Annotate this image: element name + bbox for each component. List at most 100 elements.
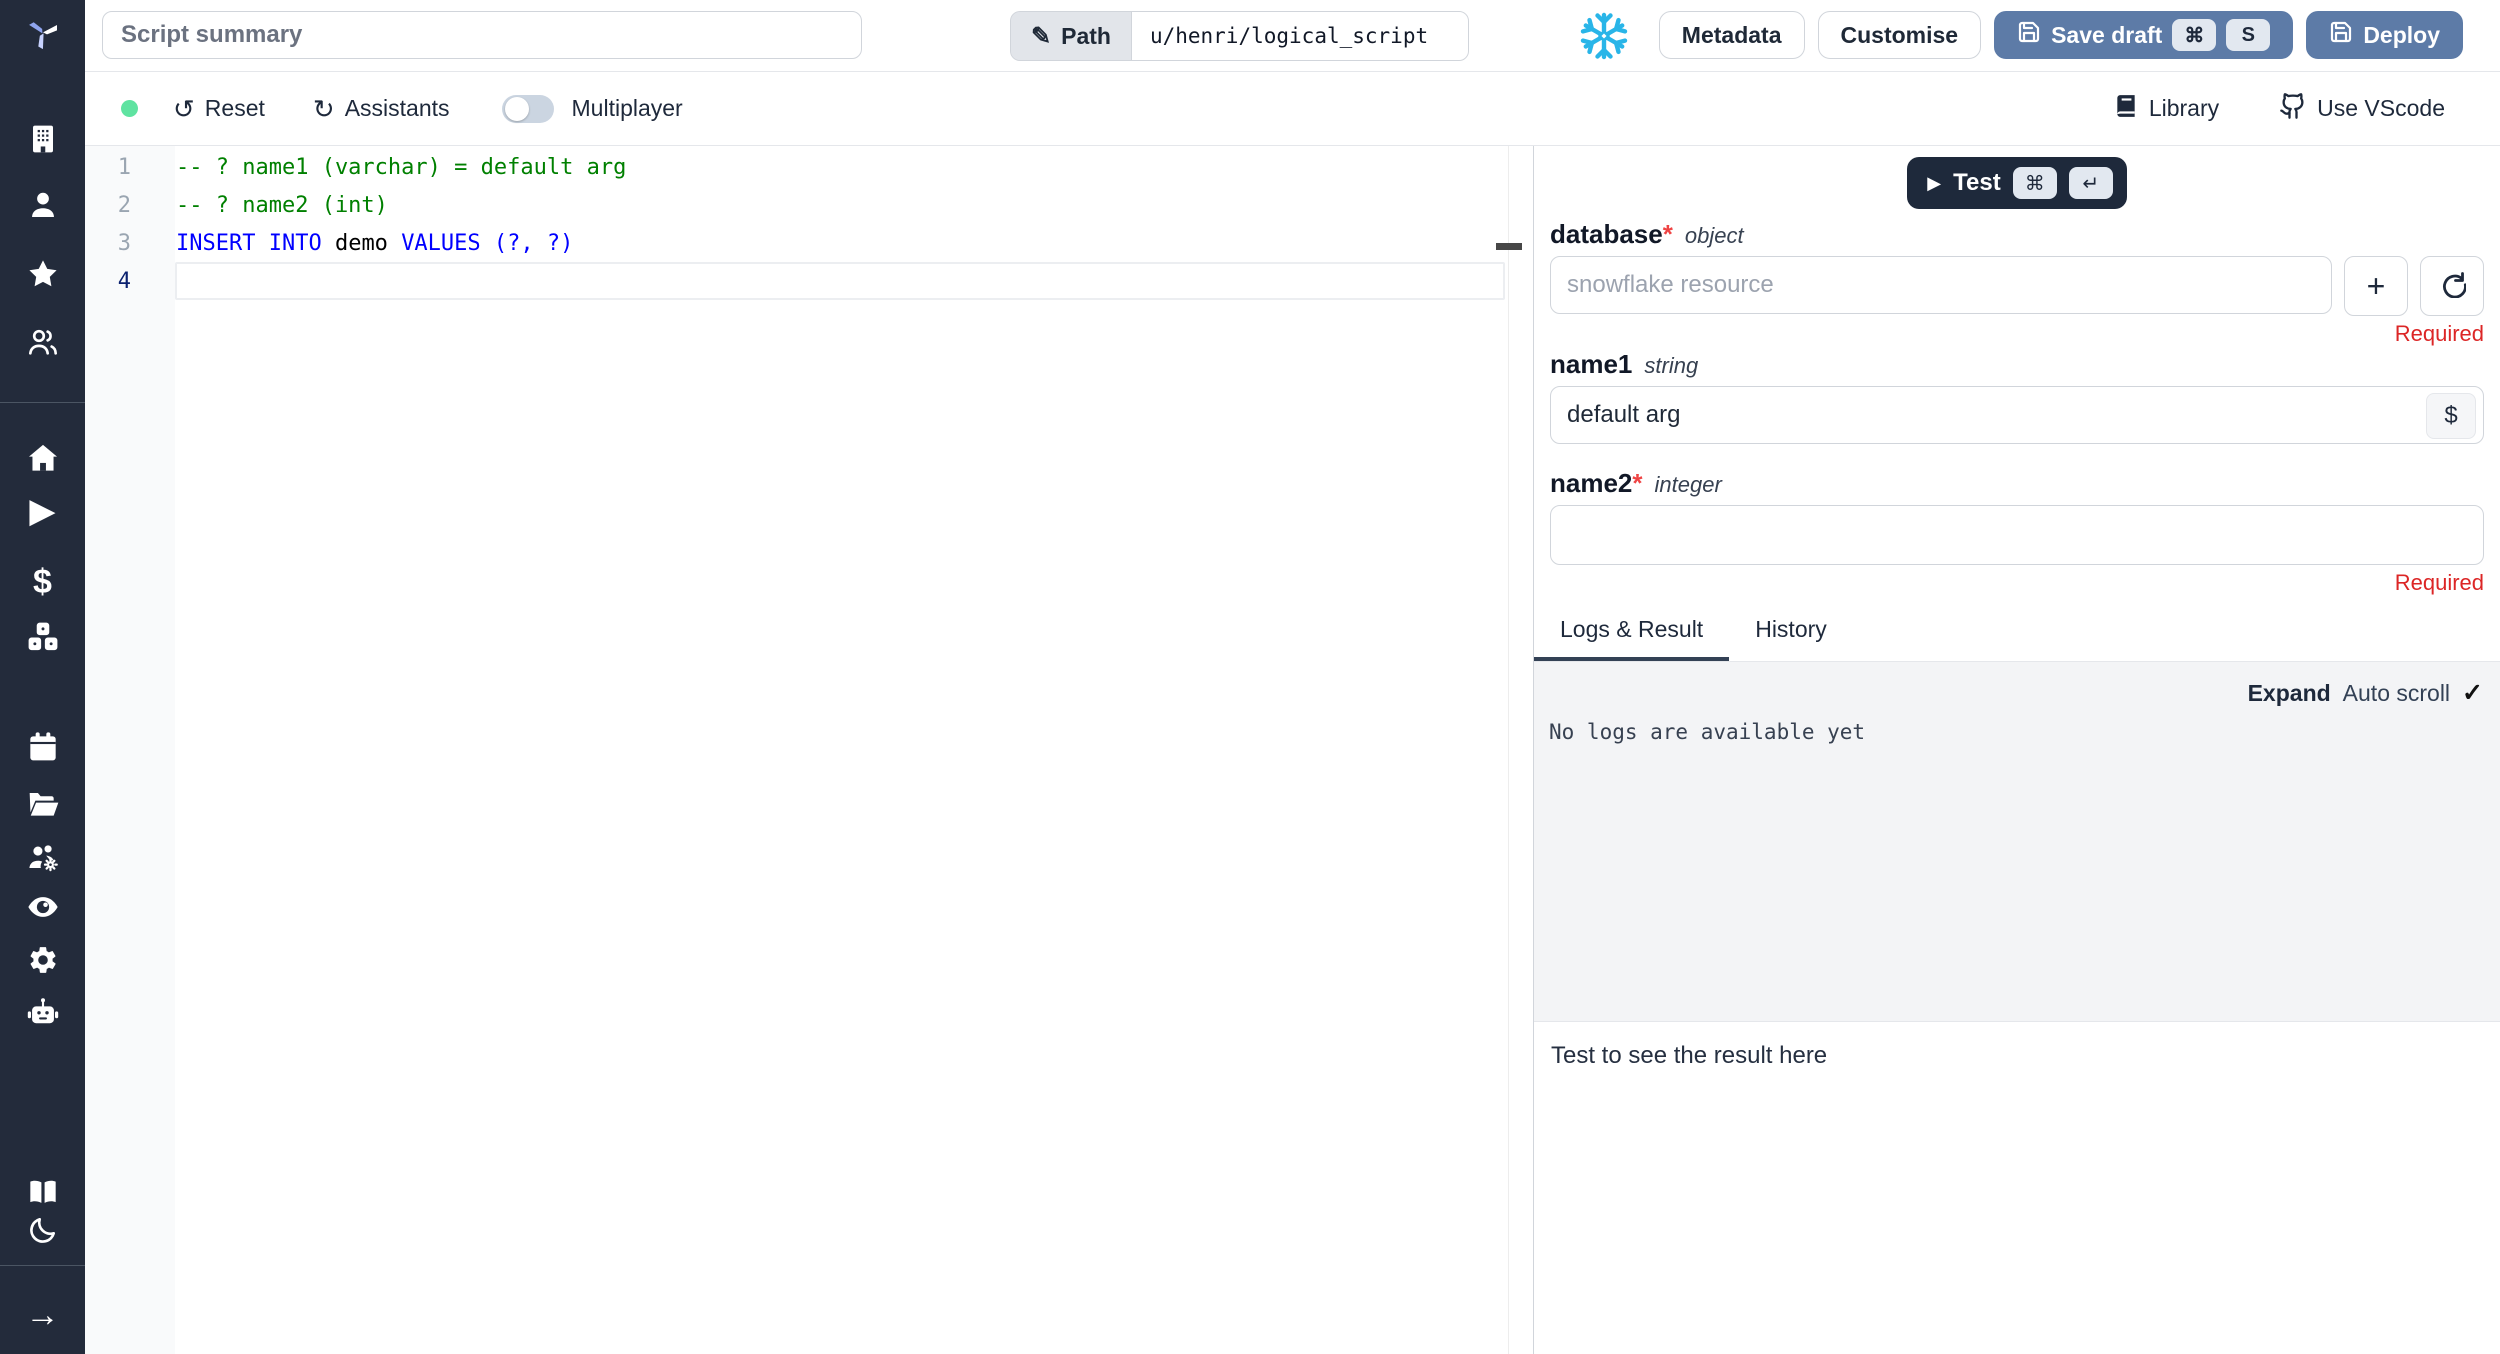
eye-icon bbox=[27, 891, 59, 928]
pencil-icon: ✎ bbox=[1031, 22, 1052, 50]
building-icon bbox=[27, 123, 59, 160]
logs-panel: Expand Auto scroll ✓ No logs are availab… bbox=[1534, 662, 2500, 1022]
reset-button[interactable]: ↺ Reset bbox=[173, 95, 265, 122]
sidebar-item-moon[interactable] bbox=[0, 1212, 85, 1252]
sidebar-item-play[interactable]: ▶ bbox=[0, 491, 85, 531]
use-vscode-button[interactable]: Use VScode bbox=[2279, 92, 2445, 126]
test-button[interactable]: ▶ Test ⌘ ↵ bbox=[1907, 157, 2127, 209]
customise-button[interactable]: Customise bbox=[1817, 11, 1982, 59]
add-resource-button[interactable]: + bbox=[2344, 256, 2408, 316]
sidebar-item-robot[interactable] bbox=[0, 994, 85, 1034]
database-input[interactable] bbox=[1550, 256, 2332, 314]
code-line[interactable]: 3 INSERT INTO demo VALUES (?, ?) bbox=[85, 224, 1533, 262]
code-line[interactable]: 4 bbox=[85, 262, 1533, 300]
book-icon bbox=[2113, 93, 2139, 125]
deploy-label: Deploy bbox=[2363, 21, 2440, 48]
line-content[interactable] bbox=[175, 262, 1505, 300]
name2-input[interactable] bbox=[1550, 505, 2484, 565]
moon-icon bbox=[27, 1214, 59, 1251]
code-editor[interactable]: 1 -- ? name1 (varchar) = default arg 2 -- ?… bbox=[85, 146, 1533, 1354]
script-path-value[interactable]: u/henri/logical_script bbox=[1130, 12, 1468, 60]
code-line[interactable]: 1 -- ? name1 (varchar) = default arg bbox=[85, 148, 1533, 186]
customise-label: Customise bbox=[1840, 21, 1959, 48]
sidebar-item-star[interactable] bbox=[0, 256, 85, 296]
tab-history[interactable]: History bbox=[1729, 608, 1853, 661]
calendar-icon bbox=[27, 731, 59, 768]
line-content[interactable]: INSERT INTO demo VALUES (?, ?) bbox=[175, 224, 1533, 262]
sidebar-item-book-open[interactable] bbox=[0, 1174, 85, 1214]
plus-icon: + bbox=[2366, 268, 2386, 304]
sidebar-item-dollar[interactable]: $ bbox=[0, 562, 85, 602]
sidebar-item-calendar[interactable] bbox=[0, 729, 85, 769]
kbd-s: S bbox=[2226, 19, 2271, 51]
name1-input[interactable] bbox=[1550, 386, 2484, 444]
code-line[interactable]: 2 -- ? name2 (int) bbox=[85, 186, 1533, 224]
sidebar-divider bbox=[0, 402, 85, 403]
save-icon bbox=[2017, 20, 2041, 50]
refresh-icon: ↻ bbox=[312, 93, 335, 124]
metadata-button[interactable]: Metadata bbox=[1658, 11, 1805, 59]
arrow-right-icon: → bbox=[25, 1296, 60, 1334]
field-type: object bbox=[1684, 223, 1744, 248]
script-summary-input[interactable] bbox=[102, 11, 862, 59]
library-button[interactable]: Library bbox=[2113, 93, 2219, 125]
save-draft-label: Save draft bbox=[2051, 21, 2163, 48]
no-logs-message: No logs are available yet bbox=[1549, 720, 1866, 744]
multiplayer-toggle-group: Multiplayer bbox=[501, 94, 683, 123]
database-required-hint: Required bbox=[2394, 321, 2484, 346]
folder-open-icon bbox=[27, 787, 59, 824]
sidebar: ▶ $ → bbox=[0, 0, 85, 1354]
main-area: ✎ Path u/henri/logical_script bbox=[85, 0, 2500, 1354]
user-icon bbox=[27, 189, 59, 226]
library-label: Library bbox=[2148, 95, 2220, 121]
robot-icon bbox=[27, 996, 59, 1033]
undo-icon: ↺ bbox=[173, 93, 195, 124]
sidebar-item-users[interactable] bbox=[0, 324, 85, 364]
tab-logs-result[interactable]: Logs & Result bbox=[1534, 608, 1730, 661]
windmill-logo-icon bbox=[27, 17, 59, 54]
required-asterisk: * bbox=[1632, 468, 1643, 498]
sidebar-item-arrow-right[interactable]: → bbox=[0, 1295, 85, 1335]
line-content[interactable]: -- ? name1 (varchar) = default arg bbox=[175, 148, 1533, 186]
dollar-icon: $ bbox=[33, 563, 52, 601]
sidebar-item-user[interactable] bbox=[0, 187, 85, 227]
sidebar-item-folder-open[interactable] bbox=[0, 785, 85, 825]
sidebar-item-home[interactable] bbox=[0, 440, 85, 480]
sidebar-item-users-gear[interactable] bbox=[0, 840, 85, 880]
database-field-label: database* object bbox=[1550, 219, 2484, 250]
variable-picker-button[interactable]: $ bbox=[2426, 393, 2476, 439]
test-label: Test bbox=[1953, 169, 2001, 196]
refresh-resource-button[interactable] bbox=[2420, 256, 2484, 316]
field-type: string bbox=[1644, 353, 1699, 378]
result-tabs: Logs & Result History bbox=[1534, 608, 2500, 662]
toggle-knob bbox=[504, 96, 529, 121]
sidebar-item-cubes[interactable] bbox=[0, 619, 85, 659]
kbd-cmd: ⌘ bbox=[2012, 167, 2057, 199]
connection-status-dot bbox=[121, 100, 138, 117]
save-draft-button[interactable]: Save draft ⌘ S bbox=[1994, 11, 2294, 59]
sidebar-item-gear[interactable] bbox=[0, 942, 85, 982]
editor-scrollbar[interactable] bbox=[1508, 146, 1509, 1354]
result-placeholder: Test to see the result here bbox=[1551, 1042, 1828, 1069]
name2-required-hint: Required bbox=[2394, 570, 2484, 595]
name1-field-label: name1 string bbox=[1550, 349, 2484, 380]
multiplayer-toggle[interactable] bbox=[501, 94, 554, 123]
autoscroll-checkbox[interactable]: ✓ bbox=[2462, 678, 2483, 708]
sidebar-item-windmill-logo[interactable] bbox=[0, 15, 85, 55]
autoscroll-label[interactable]: Auto scroll bbox=[2343, 680, 2450, 707]
name2-field-label: name2* integer bbox=[1550, 468, 2484, 499]
topbar-buttons: Metadata Customise Save draft ⌘ S Deploy bbox=[1658, 11, 2463, 59]
kbd-cmd: ⌘ bbox=[2172, 19, 2217, 51]
field-name: name1 bbox=[1550, 349, 1633, 379]
deploy-button[interactable]: Deploy bbox=[2306, 11, 2463, 59]
path-edit-button[interactable]: ✎ Path bbox=[1011, 12, 1131, 60]
topbar: ✎ Path u/henri/logical_script bbox=[85, 0, 2500, 72]
assistants-button[interactable]: ↻ Assistants bbox=[313, 95, 450, 122]
field-name: database bbox=[1550, 219, 1663, 249]
sidebar-item-building[interactable] bbox=[0, 121, 85, 161]
expand-button[interactable]: Expand bbox=[2248, 680, 2331, 707]
sidebar-item-eye[interactable] bbox=[0, 889, 85, 929]
play-icon: ▶ bbox=[29, 492, 56, 530]
vscode-label: Use VScode bbox=[2317, 95, 2445, 121]
line-content[interactable]: -- ? name2 (int) bbox=[175, 186, 1533, 224]
